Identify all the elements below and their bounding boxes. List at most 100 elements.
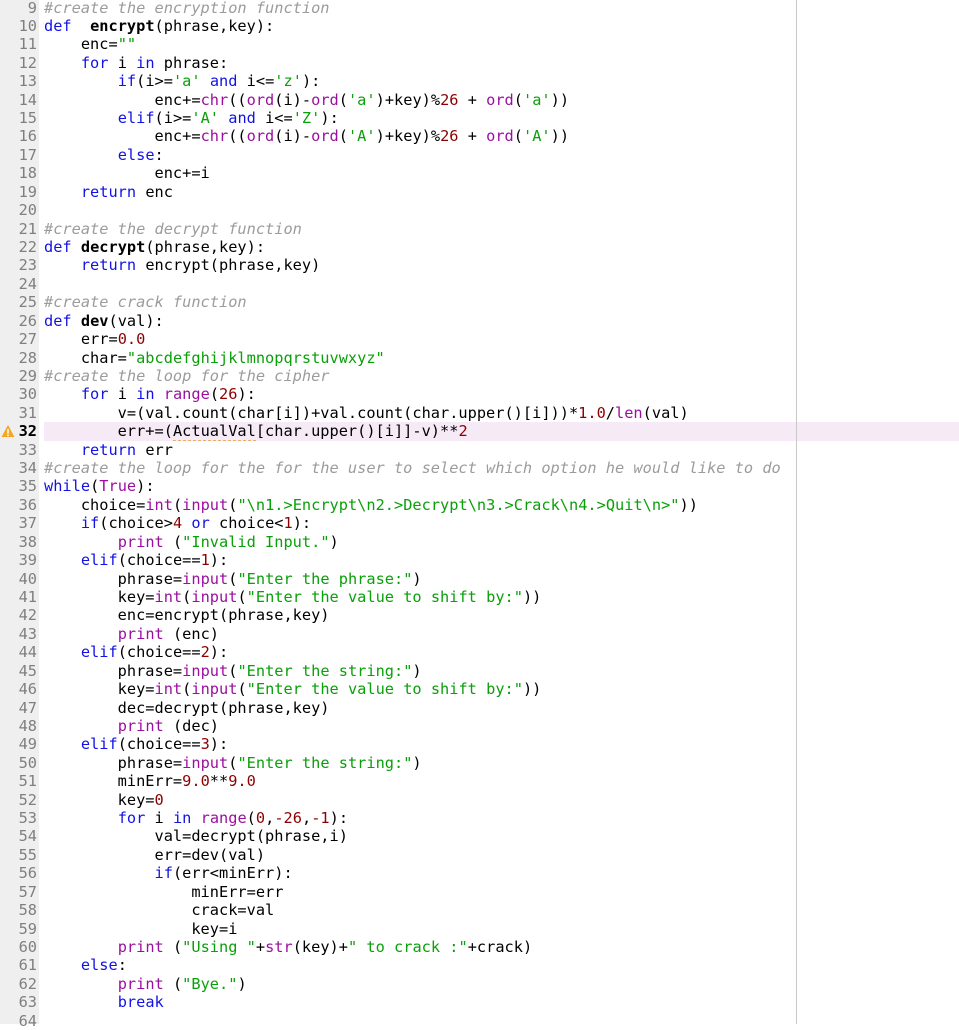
code-line[interactable]: 23 return encrypt(phrase,key) (0, 256, 959, 274)
line-number: 27 (18, 330, 37, 349)
code-line[interactable]: 48 print (dec) (0, 717, 959, 735)
string-literal: "Enter the value to shift by:" (246, 588, 523, 606)
code-text: key=0 (44, 791, 164, 809)
code-line[interactable]: 14 enc+=chr((ord(i)-ord('a')+key)%26 + o… (0, 91, 959, 109)
line-number: 17 (18, 145, 37, 164)
code-token: )) (679, 495, 698, 514)
code-line[interactable]: 43 print (enc) (0, 625, 959, 643)
code-line[interactable]: 44 elif(choice==2): (0, 643, 959, 661)
code-token: ): (301, 72, 321, 91)
code-line[interactable]: 27 err=0.0 (0, 330, 959, 348)
code-line[interactable]: 30 for i in range(26): (0, 385, 959, 403)
builtin: True (99, 477, 137, 496)
code-line[interactable]: 40 phrase=input("Enter the phrase:") (0, 570, 959, 588)
code-line[interactable]: 46 key=int(input("Enter the value to shi… (0, 680, 959, 698)
code-line[interactable]: 32 err+=(ActualVal[char.upper()[i]]-v)**… (0, 422, 959, 442)
code-text: key=int(input("Enter the value to shift … (44, 588, 542, 606)
code-line[interactable]: 41 key=int(input("Enter the value to shi… (0, 588, 959, 606)
code-text: print ("Invalid Input.") (44, 533, 339, 551)
code-line[interactable]: 29 #create the loop for the cipher (0, 367, 959, 385)
code-line[interactable]: 11 enc="" (0, 35, 959, 53)
comment: #create the decrypt function (44, 219, 302, 238)
code-line[interactable]: 47 dec=decrypt(phrase,key) (0, 699, 959, 717)
keyword: while (44, 477, 91, 496)
line-number: 19 (18, 182, 37, 201)
undefined-name-warning: ActualVal (172, 422, 256, 442)
code-token: err+=( (44, 422, 173, 441)
code-line[interactable]: 49 elif(choice==3): (0, 735, 959, 753)
code-line[interactable]: 64 (0, 1012, 959, 1030)
code-token: key= (44, 790, 155, 809)
code-line[interactable]: 50 phrase=input("Enter the string:") (0, 754, 959, 772)
code-line[interactable]: 42 enc=encrypt(phrase,key) (0, 606, 959, 624)
code-line[interactable]: 59 key=i (0, 920, 959, 938)
keyword: def (44, 311, 72, 330)
line-number: 24 (18, 274, 37, 293)
code-token: ) (412, 569, 422, 588)
code-line[interactable]: 57 minErr=err (0, 883, 959, 901)
code-line[interactable]: 13 if(i>='a' and i<='z'): (0, 72, 959, 90)
keyword: return (80, 440, 137, 459)
code-line[interactable]: 26 def dev(val): (0, 312, 959, 330)
code-line[interactable]: 37 if(choice>4 or choice<1): (0, 514, 959, 532)
code-line[interactable]: 20 (0, 201, 959, 219)
code-line[interactable]: 60 print ("Using "+str(key)+" to crack :… (0, 938, 959, 956)
line-number: 64 (18, 1011, 37, 1030)
code-line[interactable]: 22 def decrypt(phrase,key): (0, 238, 959, 256)
code-line[interactable]: 56 if(err<minErr): (0, 864, 959, 882)
code-text: if(i>='a' and i<='z'): (44, 72, 321, 91)
code-line[interactable]: 61 else: (0, 956, 959, 974)
string-literal: " to crack :" (347, 938, 468, 957)
line-number: 38 (18, 532, 37, 551)
code-text: phrase=input("Enter the string:") (44, 754, 422, 772)
code-token: choice= (44, 495, 146, 514)
builtin: str (265, 938, 293, 957)
code-line[interactable]: 53 for i in range(0,-26,-1): (0, 809, 959, 827)
code-line[interactable]: 24 (0, 275, 959, 293)
code-line[interactable]: 25 #create crack function (0, 293, 959, 311)
code-line[interactable]: 35 while(True): (0, 477, 959, 495)
line-number: 25 (18, 293, 37, 312)
code-line[interactable]: 62 print ("Bye.") (0, 975, 959, 993)
line-number: 58 (18, 901, 37, 920)
code-line[interactable]: 21 #create the decrypt function (0, 220, 959, 238)
code-line[interactable]: 18 enc+=i (0, 164, 959, 182)
code-line[interactable]: 9 #create the encryption function (0, 0, 959, 17)
code-line[interactable]: 45 phrase=input("Enter the string:") (0, 662, 959, 680)
code-line[interactable]: 63 break (0, 993, 959, 1011)
code-line[interactable]: 16 enc+=chr((ord(i)-ord('A')+key)%26 + o… (0, 127, 959, 145)
code-token: )) (522, 680, 542, 699)
builtin: input (191, 588, 238, 606)
code-line[interactable]: 52 key=0 (0, 791, 959, 809)
keyword: or (191, 514, 210, 533)
code-line[interactable]: 39 elif(choice==1): (0, 551, 959, 569)
code-line[interactable]: 33 return err (0, 441, 959, 459)
string-literal: "Enter the value to shift by:" (246, 680, 523, 699)
code-line[interactable]: 10 def encrypt(phrase,key): (0, 17, 959, 35)
code-line[interactable]: 34 #create the loop for the for the user … (0, 459, 959, 477)
code-line[interactable]: 28 char="abcdefghijklmnopqrstuvwxyz" (0, 349, 959, 367)
code-line[interactable]: 17 else: (0, 146, 959, 164)
code-line[interactable]: 51 minErr=9.0**9.0 (0, 772, 959, 790)
string-literal: 'Z' (292, 109, 321, 128)
code-line[interactable]: 54 val=decrypt(phrase,i) (0, 827, 959, 845)
code-line[interactable]: 19 return enc (0, 183, 959, 201)
code-line[interactable]: 38 print ("Invalid Input.") (0, 533, 959, 551)
code-token: key= (44, 680, 155, 699)
string-literal: "\n1.>Encrypt\n2.>Decrypt\n3.>Crack\n4.>… (237, 495, 680, 514)
code-line[interactable]: 31 v=(val.count(char[i])+val.count(char.… (0, 404, 959, 422)
code-line[interactable]: 55 err=dev(val) (0, 846, 959, 864)
code-line[interactable]: 36 choice=int(input("\n1.>Encrypt\n2.>De… (0, 496, 959, 514)
code-line[interactable]: 58 crack=val (0, 901, 959, 919)
string-literal: 'A' (523, 127, 551, 146)
code-line[interactable]: 12 for i in phrase: (0, 54, 959, 72)
code-line[interactable]: 15 elif(i>='A' and i<='Z'): (0, 109, 959, 127)
code-editor[interactable]: 9 #create the encryption function 10 def en… (0, 0, 959, 1030)
code-token: : (154, 145, 164, 164)
